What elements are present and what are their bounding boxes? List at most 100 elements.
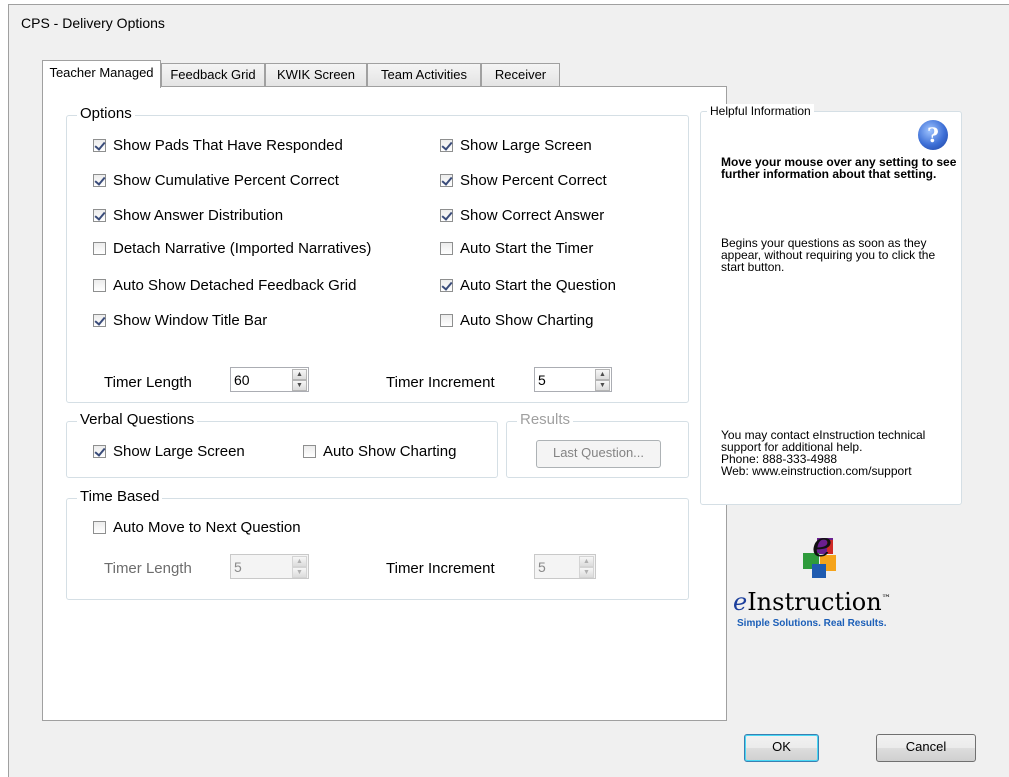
timer-length-label: Timer Length xyxy=(104,374,192,391)
checkbox-show-correct-answer[interactable]: Show Correct Answer xyxy=(440,207,604,224)
checkbox-auto-start-timer[interactable]: Auto Start the Timer xyxy=(440,240,593,257)
svg-text:e: e xyxy=(812,526,832,565)
checkbox-label: Show Pads That Have Responded xyxy=(113,137,343,154)
spin-down-icon[interactable]: ▼ xyxy=(292,380,307,391)
tab-team-activities[interactable]: Team Activities xyxy=(367,63,481,87)
timer-increment-value[interactable]: 5 xyxy=(535,368,594,391)
checkbox-box[interactable] xyxy=(440,209,453,222)
timer-increment-label: Timer Increment xyxy=(386,374,495,391)
help-contact-web: Web: www.einstruction.com/support xyxy=(721,464,912,478)
checkbox-box[interactable] xyxy=(440,242,453,255)
timer-length-value[interactable]: 60 xyxy=(231,368,291,391)
checkbox-verbal-show-large-screen[interactable]: Show Large Screen xyxy=(93,443,245,460)
tab-kwik-screen[interactable]: KWIK Screen xyxy=(265,63,367,87)
checkbox-detach-narrative[interactable]: Detach Narrative (Imported Narratives) xyxy=(93,240,371,257)
checkbox-label: Show Answer Distribution xyxy=(113,207,284,224)
checkbox-show-large-screen[interactable]: Show Large Screen xyxy=(440,137,592,154)
helpful-information-title: Helpful Information xyxy=(707,104,814,118)
checkbox-label: Show Percent Correct xyxy=(460,172,607,189)
help-instructions: Move your mouse over any setting to see … xyxy=(721,155,957,181)
checkbox-label: Auto Move to Next Question xyxy=(113,519,301,536)
checkbox-box[interactable] xyxy=(93,445,106,458)
checkbox-auto-start-question[interactable]: Auto Start the Question xyxy=(440,277,616,294)
title-bar[interactable]: CPS - Delivery Options xyxy=(9,5,1009,39)
verbal-questions-title: Verbal Questions xyxy=(77,411,198,428)
checkbox-label: Auto Show Charting xyxy=(460,312,594,329)
checkbox-label: Show Cumulative Percent Correct xyxy=(113,172,339,189)
time-based-group: Time Based Auto Move to Next Question Ti… xyxy=(66,488,689,600)
cancel-button[interactable]: Cancel xyxy=(876,734,976,762)
window-title: CPS - Delivery Options xyxy=(21,15,165,31)
checkbox-box[interactable] xyxy=(440,139,453,152)
last-question-button[interactable]: Last Question... xyxy=(536,440,661,468)
tb-timer-increment-label: Timer Increment xyxy=(386,560,495,577)
checkbox-box[interactable] xyxy=(93,209,106,222)
checkbox-box[interactable] xyxy=(440,314,453,327)
tb-timer-increment-value[interactable]: 5 xyxy=(535,555,578,578)
tb-timer-length-label: Timer Length xyxy=(104,560,192,577)
checkbox-auto-move-next-question[interactable]: Auto Move to Next Question xyxy=(93,519,301,536)
options-group-title: Options xyxy=(77,105,135,122)
help-question-icon: ? xyxy=(918,120,948,150)
checkbox-label: Show Large Screen xyxy=(113,443,245,460)
checkbox-label: Auto Show Charting xyxy=(323,443,457,460)
tb-timer-length-value[interactable]: 5 xyxy=(231,555,291,578)
tab-receiver[interactable]: Receiver xyxy=(481,63,560,87)
checkbox-box[interactable] xyxy=(93,174,106,187)
logo-tm: ™ xyxy=(881,594,891,604)
results-group: Results Last Question... xyxy=(506,411,689,478)
checkbox-show-pads-responded[interactable]: Show Pads That Have Responded xyxy=(93,137,343,154)
delivery-options-window: CPS - Delivery Options Teacher Managed F… xyxy=(8,4,1009,777)
checkbox-box[interactable] xyxy=(440,174,453,187)
timer-increment-stepper[interactable]: 5 ▲ ▼ xyxy=(534,367,612,392)
teacher-managed-panel: Options Show Pads That Have Responded Sh… xyxy=(42,86,727,721)
checkbox-box[interactable] xyxy=(303,445,316,458)
checkbox-label: Auto Start the Timer xyxy=(460,240,594,257)
checkbox-verbal-auto-show-charting[interactable]: Auto Show Charting xyxy=(303,443,456,460)
help-contact: You may contact eInstruction technical s… xyxy=(721,429,961,477)
checkbox-box[interactable] xyxy=(93,314,106,327)
help-description: Begins your questions as soon as they ap… xyxy=(721,236,936,274)
checkbox-auto-show-detached-grid[interactable]: Auto Show Detached Feedback Grid xyxy=(93,277,356,294)
logo-name: Instruction xyxy=(747,588,882,616)
checkbox-show-answer-distribution[interactable]: Show Answer Distribution xyxy=(93,207,283,224)
checkbox-show-percent-correct[interactable]: Show Percent Correct xyxy=(440,172,607,189)
time-based-title: Time Based xyxy=(77,488,163,505)
spin-down-icon[interactable]: ▼ xyxy=(579,567,594,578)
spin-up-icon[interactable]: ▲ xyxy=(292,556,307,567)
tab-teacher-managed[interactable]: Teacher Managed xyxy=(42,60,161,88)
checkbox-box[interactable] xyxy=(93,139,106,152)
spin-down-icon[interactable]: ▼ xyxy=(595,380,610,391)
helpful-information-panel: Helpful Information ? Move your mouse ov… xyxy=(700,104,962,505)
timer-length-stepper[interactable]: 60 ▲ ▼ xyxy=(230,367,309,392)
checkbox-label: Show Large Screen xyxy=(460,137,592,154)
tb-timer-length-stepper[interactable]: 5 ▲ ▼ xyxy=(230,554,309,579)
ok-button[interactable]: OK xyxy=(744,734,819,762)
verbal-questions-group: Verbal Questions Show Large Screen Auto … xyxy=(66,411,498,478)
checkbox-label: Detach Narrative (Imported Narratives) xyxy=(113,240,372,257)
checkbox-show-window-title-bar[interactable]: Show Window Title Bar xyxy=(93,312,267,329)
checkbox-label: Auto Start the Question xyxy=(460,277,616,294)
spin-up-icon[interactable]: ▲ xyxy=(292,369,307,380)
spin-up-icon[interactable]: ▲ xyxy=(595,369,610,380)
options-group: Options Show Pads That Have Responded Sh… xyxy=(66,105,689,403)
checkbox-box[interactable] xyxy=(93,521,106,534)
checkbox-label: Show Correct Answer xyxy=(460,207,605,224)
tab-feedback-grid[interactable]: Feedback Grid xyxy=(161,63,265,87)
einstruction-logo: e eInstruction™ Simple Solutions. Real R… xyxy=(733,526,903,636)
checkbox-box[interactable] xyxy=(93,279,106,292)
logo-wordmark: eInstruction™ xyxy=(733,588,891,616)
checkbox-box[interactable] xyxy=(93,242,106,255)
tb-timer-increment-stepper[interactable]: 5 ▲ ▼ xyxy=(534,554,596,579)
checkbox-auto-show-charting[interactable]: Auto Show Charting xyxy=(440,312,593,329)
checkbox-label: Auto Show Detached Feedback Grid xyxy=(113,277,357,294)
spin-down-icon[interactable]: ▼ xyxy=(292,567,307,578)
help-contact-line: You may contact eInstruction technical s… xyxy=(721,428,926,454)
checkbox-box[interactable] xyxy=(440,279,453,292)
logo-mark-icon: e xyxy=(803,526,836,578)
results-title: Results xyxy=(517,411,574,428)
logo-tagline: Simple Solutions. Real Results. xyxy=(737,618,887,629)
checkbox-label: Show Window Title Bar xyxy=(113,312,268,329)
spin-up-icon[interactable]: ▲ xyxy=(579,556,594,567)
checkbox-show-cumulative-percent[interactable]: Show Cumulative Percent Correct xyxy=(93,172,339,189)
